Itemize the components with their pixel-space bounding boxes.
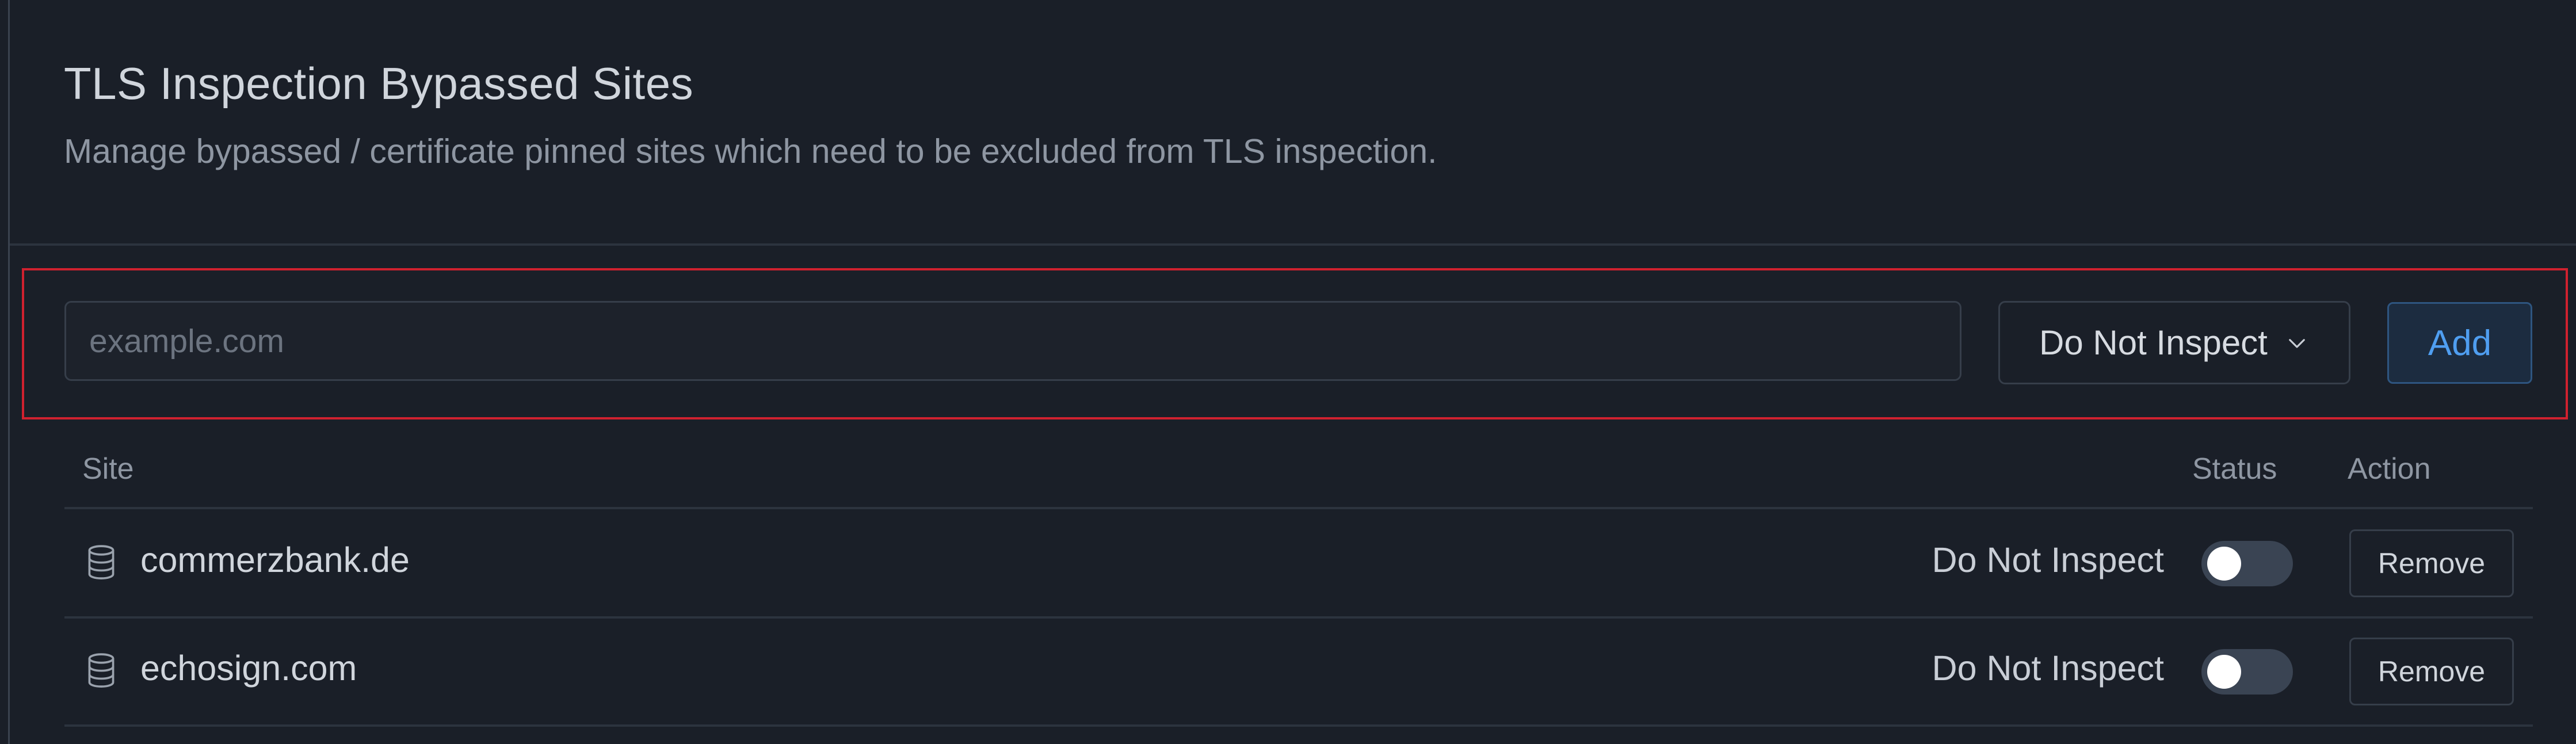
inspection-mode-value: Do Not Inspect xyxy=(2039,323,2268,362)
remove-button[interactable]: Remove xyxy=(2349,638,2514,705)
left-divider xyxy=(8,0,10,744)
table-divider xyxy=(64,507,2533,509)
status-toggle[interactable] xyxy=(2201,541,2293,586)
toggle-knob xyxy=(2207,655,2241,689)
column-header-status: Status xyxy=(2192,452,2277,486)
table-divider xyxy=(64,724,2533,727)
add-button[interactable]: Add xyxy=(2387,302,2532,384)
site-input[interactable] xyxy=(64,301,1961,381)
site-name: echosign.com xyxy=(140,648,357,688)
column-header-site: Site xyxy=(82,452,134,486)
chevron-down-icon xyxy=(2289,338,2305,348)
status-toggle[interactable] xyxy=(2201,649,2293,695)
toggle-knob xyxy=(2207,547,2241,581)
page-title: TLS Inspection Bypassed Sites xyxy=(64,58,694,109)
site-name: commerzbank.de xyxy=(140,540,410,579)
column-header-action: Action xyxy=(2348,452,2431,486)
database-icon xyxy=(88,545,115,579)
status-label: Do Not Inspect xyxy=(1932,648,2164,688)
page-subtitle: Manage bypassed / certificate pinned sit… xyxy=(64,132,1437,170)
table-divider xyxy=(64,616,2533,619)
page: TLS Inspection Bypassed Sites Manage byp… xyxy=(0,0,2576,744)
inspection-mode-select[interactable]: Do Not Inspect xyxy=(1998,301,2350,384)
remove-button[interactable]: Remove xyxy=(2349,529,2514,597)
page-header: TLS Inspection Bypassed Sites Manage byp… xyxy=(64,55,1437,174)
header-divider xyxy=(10,243,2576,246)
status-label: Do Not Inspect xyxy=(1932,540,2164,579)
database-icon xyxy=(88,653,115,688)
